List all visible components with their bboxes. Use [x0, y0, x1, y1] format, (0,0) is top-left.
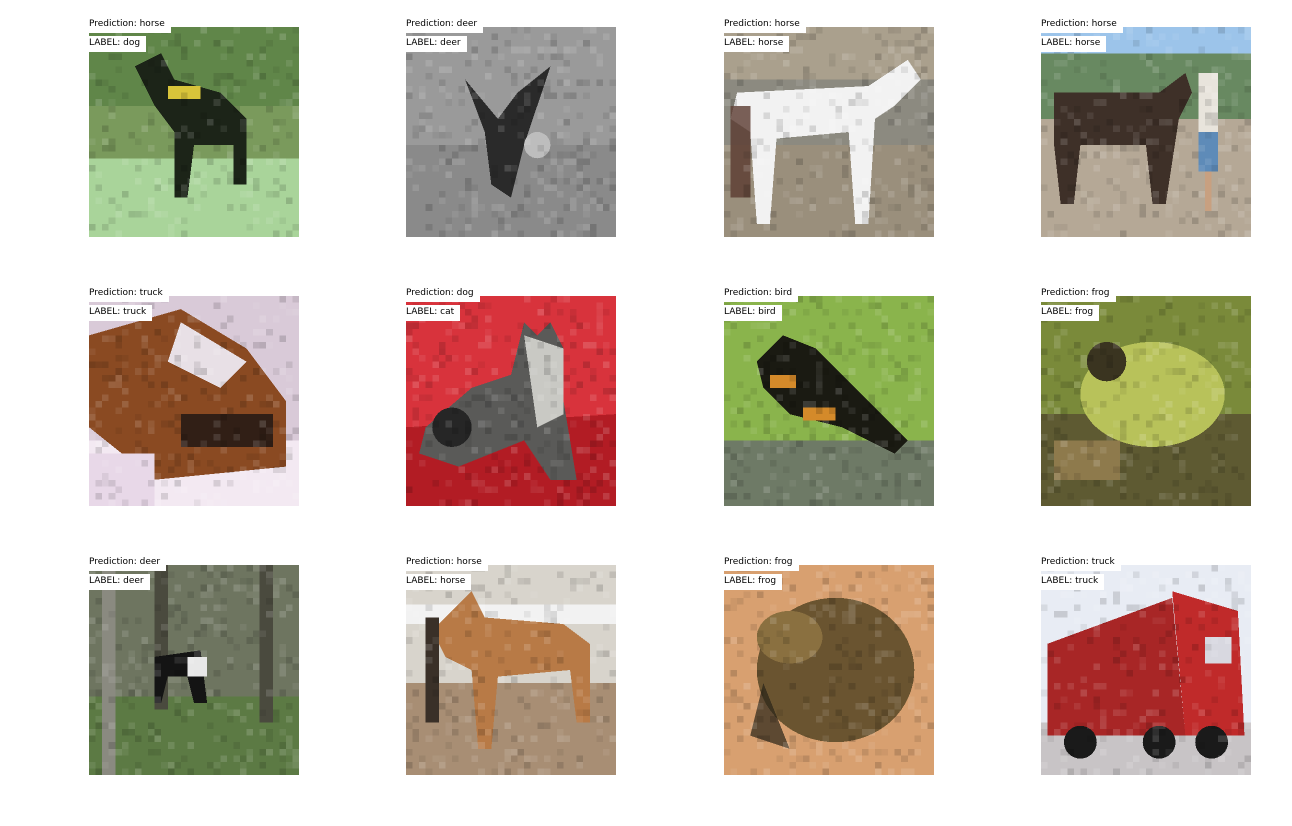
- ground-truth-label: LABEL: horse: [724, 36, 790, 52]
- image-panel: Prediction: bird LABEL: bird: [724, 286, 934, 506]
- ground-truth-label: LABEL: dog: [89, 36, 147, 52]
- image-panel: Prediction: truck LABEL: truck: [1041, 555, 1251, 775]
- prediction-label: Prediction: horse: [724, 17, 806, 33]
- image-grid: Prediction: horse LABEL: dog Prediction: d…: [0, 0, 1292, 826]
- ground-truth-label: LABEL: truck: [89, 305, 153, 321]
- prediction-label: Prediction: frog: [1041, 286, 1116, 302]
- ground-truth-label: LABEL: horse: [1041, 36, 1107, 52]
- ground-truth-label: LABEL: deer: [406, 36, 467, 52]
- prediction-label: Prediction: truck: [89, 286, 169, 302]
- thumbnail-image: [724, 296, 934, 506]
- image-panel: Prediction: horse LABEL: horse: [1041, 17, 1251, 237]
- image-panel: Prediction: deer LABEL: deer: [406, 17, 616, 237]
- thumbnail-image: [1041, 565, 1251, 775]
- image-panel: Prediction: dog LABEL: cat: [406, 286, 616, 506]
- ground-truth-label: LABEL: frog: [724, 574, 783, 590]
- thumbnail-image: [724, 27, 934, 237]
- ground-truth-label: LABEL: truck: [1041, 574, 1105, 590]
- image-panel: Prediction: truck LABEL: truck: [89, 286, 299, 506]
- thumbnail-image: [89, 27, 299, 237]
- image-panel: Prediction: horse LABEL: horse: [724, 17, 934, 237]
- thumbnail-image: [1041, 27, 1251, 237]
- ground-truth-label: LABEL: deer: [89, 574, 150, 590]
- thumbnail-image: [89, 296, 299, 506]
- ground-truth-label: LABEL: frog: [1041, 305, 1100, 321]
- prediction-label: Prediction: truck: [1041, 555, 1121, 571]
- image-panel: Prediction: frog LABEL: frog: [1041, 286, 1251, 506]
- thumbnail-image: [89, 565, 299, 775]
- prediction-label: Prediction: deer: [89, 555, 167, 571]
- thumbnail-image: [1041, 296, 1251, 506]
- thumbnail-image: [406, 27, 616, 237]
- prediction-label: Prediction: dog: [406, 286, 480, 302]
- prediction-label: Prediction: frog: [724, 555, 799, 571]
- image-panel: Prediction: horse LABEL: horse: [406, 555, 616, 775]
- image-panel: Prediction: deer LABEL: deer: [89, 555, 299, 775]
- thumbnail-image: [406, 565, 616, 775]
- prediction-label: Prediction: horse: [406, 555, 488, 571]
- prediction-label: Prediction: deer: [406, 17, 484, 33]
- image-panel: Prediction: horse LABEL: dog: [89, 17, 299, 237]
- prediction-label: Prediction: bird: [724, 286, 799, 302]
- ground-truth-label: LABEL: cat: [406, 305, 461, 321]
- ground-truth-label: LABEL: horse: [406, 574, 472, 590]
- ground-truth-label: LABEL: bird: [724, 305, 782, 321]
- thumbnail-image: [406, 296, 616, 506]
- thumbnail-image: [724, 565, 934, 775]
- prediction-label: Prediction: horse: [89, 17, 171, 33]
- image-panel: Prediction: frog LABEL: frog: [724, 555, 934, 775]
- prediction-label: Prediction: horse: [1041, 17, 1123, 33]
